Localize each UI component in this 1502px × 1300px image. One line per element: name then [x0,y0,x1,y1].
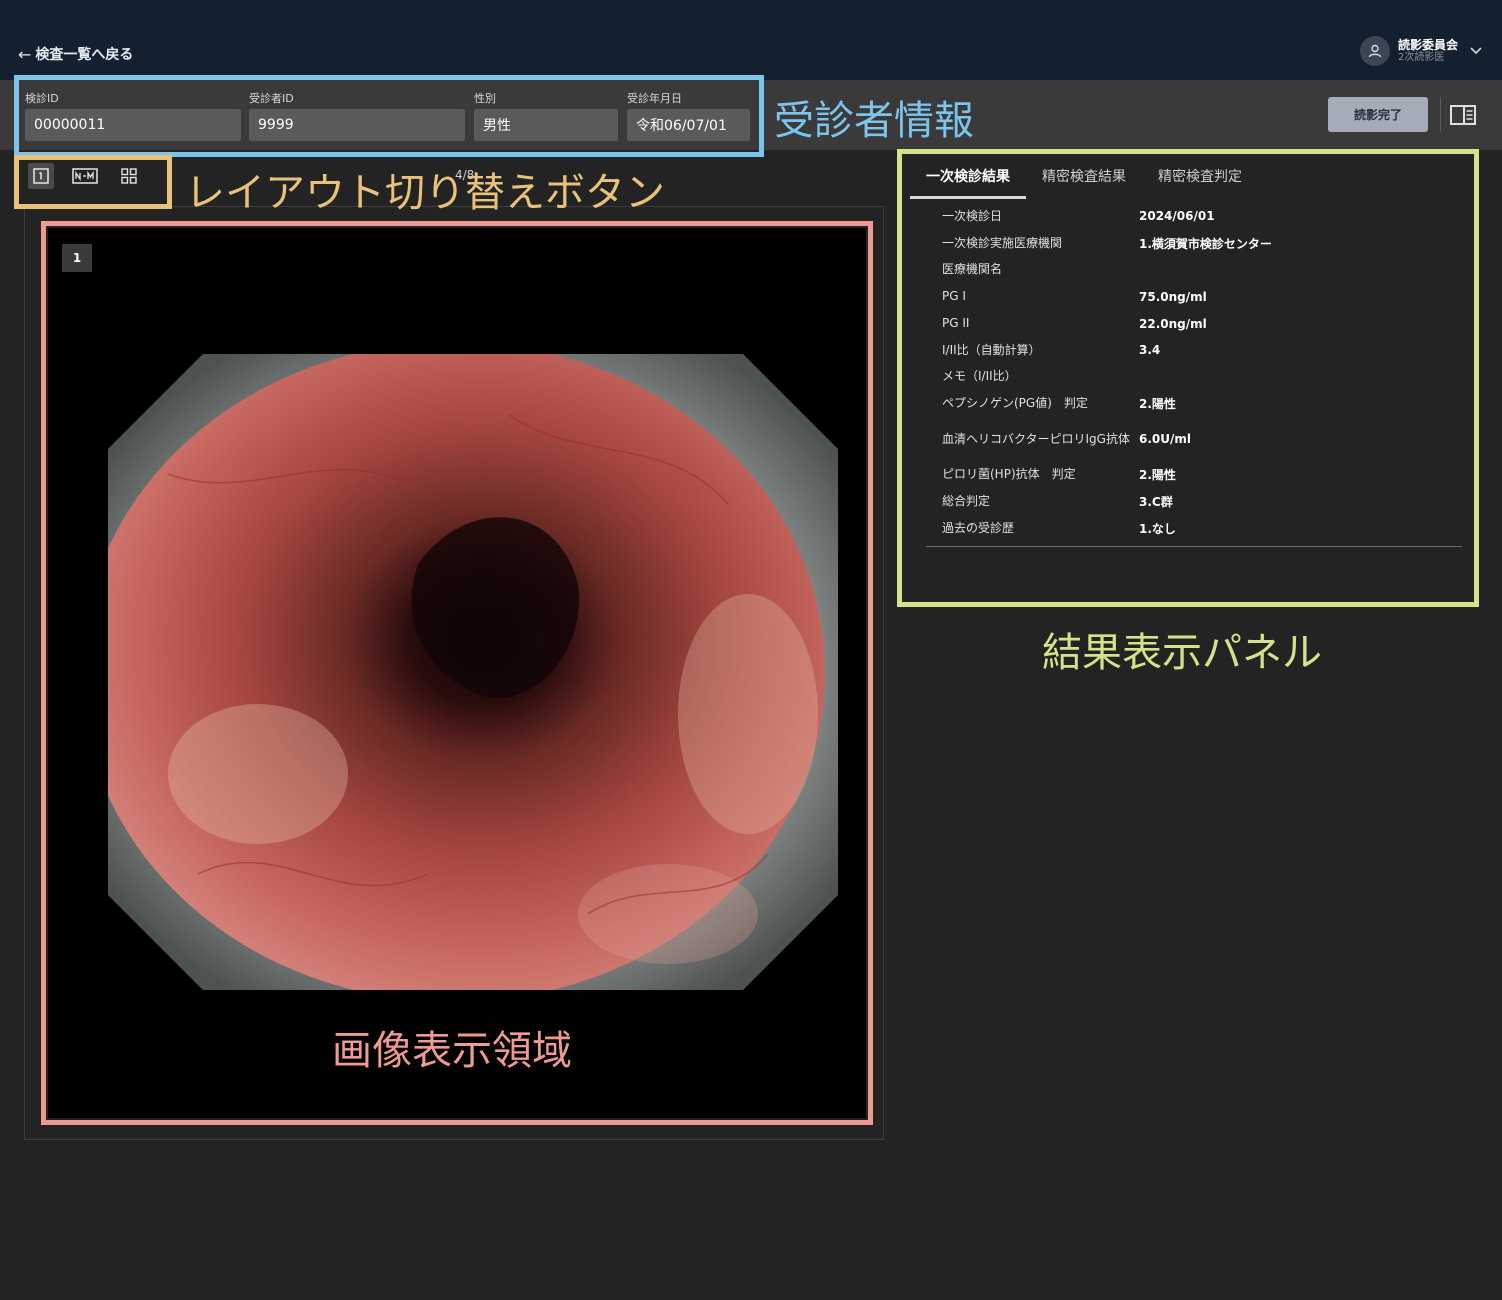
result-label: 血清ヘリコバクターピロリIgG抗体 [942,431,1130,446]
result-label: 過去の受診歴 [942,520,1015,535]
result-value: 22.0ng/ml [1139,316,1207,331]
result-label: ピロリ菌(HP)抗体 判定 [942,467,1076,482]
result-value: 2.陽性 [1139,468,1176,483]
results-panel: 一次検診結果 精密検査結果 精密検査判定 一次検診日 2024/06/01 一次… [902,155,1474,600]
result-label: PG II [942,315,970,330]
result-row: 血清ヘリコバクターピロリIgG抗体 6.0U/ml [942,417,1462,461]
user-name: 読影委員会 [1398,37,1459,52]
single-layout-button[interactable] [28,163,54,189]
top-bar: ← 検査一覧へ戻る 読影委員会 2次読影医 [0,0,1502,80]
result-value: 3.4 [1139,343,1161,358]
chevron-down-icon[interactable] [1470,44,1482,58]
split-panel-icon [1449,104,1476,125]
result-label: 医療機関名 [942,262,1003,277]
image-area-annotation-label: 画像表示領域 [332,1028,572,1074]
exam-id-label: 検診ID [25,92,59,105]
result-row: 過去の受診歴 1.なし [942,515,1462,542]
result-value: 2024/06/01 [1139,209,1215,224]
result-row: I/II比（自動計算） 3.4 [942,337,1462,364]
result-label: I/II比（自動計算） [942,342,1041,357]
arrow-left-icon: ← [18,44,32,64]
result-value: 3.C群 [1139,495,1173,510]
tab-detailed-exam-judgement[interactable]: 精密検査判定 [1142,155,1258,199]
result-row: ピロリ菌(HP)抗体 判定 2.陽性 [942,461,1462,488]
reading-complete-button[interactable]: 読影完了 [1328,97,1428,132]
result-value: 1.横須賀市検診センター [1139,236,1272,251]
image-index-badge: 1 [62,244,92,272]
exam-id-value: 00000011 [25,109,241,141]
result-row: ペプシノゲン(PG値) 判定 2.陽性 [942,391,1462,418]
result-label: 一次検診日 [942,208,1003,223]
patient-info-annotation-label: 受診者情報 [774,98,974,144]
result-row: 総合判定 3.C群 [942,488,1462,515]
exam-date-value: 令和06/07/01 [627,109,750,141]
n-by-m-layout-icon [72,168,98,184]
layout-switch-buttons [28,163,142,189]
results-tabs: 一次検診結果 精密検査結果 精密検査判定 [910,155,1258,199]
result-label: 総合判定 [942,493,991,508]
grid-layout-button[interactable] [116,163,142,189]
result-label: PG I [942,289,966,304]
back-to-list-link[interactable]: ← 検査一覧へ戻る [18,44,133,64]
result-row: 一次検診実施医療機関 1.横須賀市検診センター [942,230,1462,257]
patient-id-label: 受診者ID [249,92,294,105]
results-table: 一次検診日 2024/06/01 一次検診実施医療機関 1.横須賀市検診センター… [942,203,1462,542]
exam-date-field: 受診年月日 令和06/07/01 [627,90,750,141]
results-panel-annotation-label: 結果表示パネル [1042,630,1322,676]
result-value: 1.なし [1139,521,1176,536]
result-row: 一次検診日 2024/06/01 [942,203,1462,230]
result-row: PG II 22.0ng/ml [942,310,1462,337]
tab-detailed-exam-results[interactable]: 精密検査結果 [1026,155,1142,199]
result-label: 一次検診実施医療機関 [942,235,1063,250]
sex-field: 性別 男性 [474,90,618,141]
exam-date-label: 受診年月日 [627,92,682,105]
result-row: 医療機関名 [942,257,1462,284]
result-label: ペプシノゲン(PG値) 判定 [942,396,1088,411]
patient-id-value: 9999 [249,109,465,141]
patient-info-bar: 検診ID 00000011 受診者ID 9999 性別 男性 受診年月日 令和0… [0,80,1502,150]
result-value: 2.陽性 [1139,397,1176,412]
grid-layout-icon [121,168,137,184]
result-value: 6.0U/ml [1139,432,1192,447]
image-display-area[interactable]: 1 [48,228,866,1118]
sex-value: 男性 [474,109,618,141]
sex-label: 性別 [474,92,496,105]
endoscopy-image[interactable] [108,354,838,990]
exam-id-field: 検診ID 00000011 [25,90,241,141]
user-avatar-icon [1360,36,1390,66]
single-layout-icon [33,168,49,184]
tab-primary-exam-results[interactable]: 一次検診結果 [910,155,1026,199]
user-role: 2次読影医 [1398,52,1445,64]
result-label: メモ（I/II比） [942,369,1017,384]
results-divider [926,546,1462,547]
layout-switch-annotation-label: レイアウト切り替えボタン [185,170,665,216]
user-menu[interactable]: 読影委員会 2次読影医 [1360,36,1482,66]
panel-toggle-button[interactable] [1440,97,1484,132]
back-link-label: 検査一覧へ戻る [35,47,134,63]
result-row: PG I 75.0ng/ml [942,283,1462,310]
patient-id-field: 受診者ID 9999 [249,90,465,141]
result-row: メモ（I/II比） [942,364,1462,391]
result-value: 75.0ng/ml [1139,289,1207,304]
n-by-m-layout-button[interactable] [72,163,98,189]
